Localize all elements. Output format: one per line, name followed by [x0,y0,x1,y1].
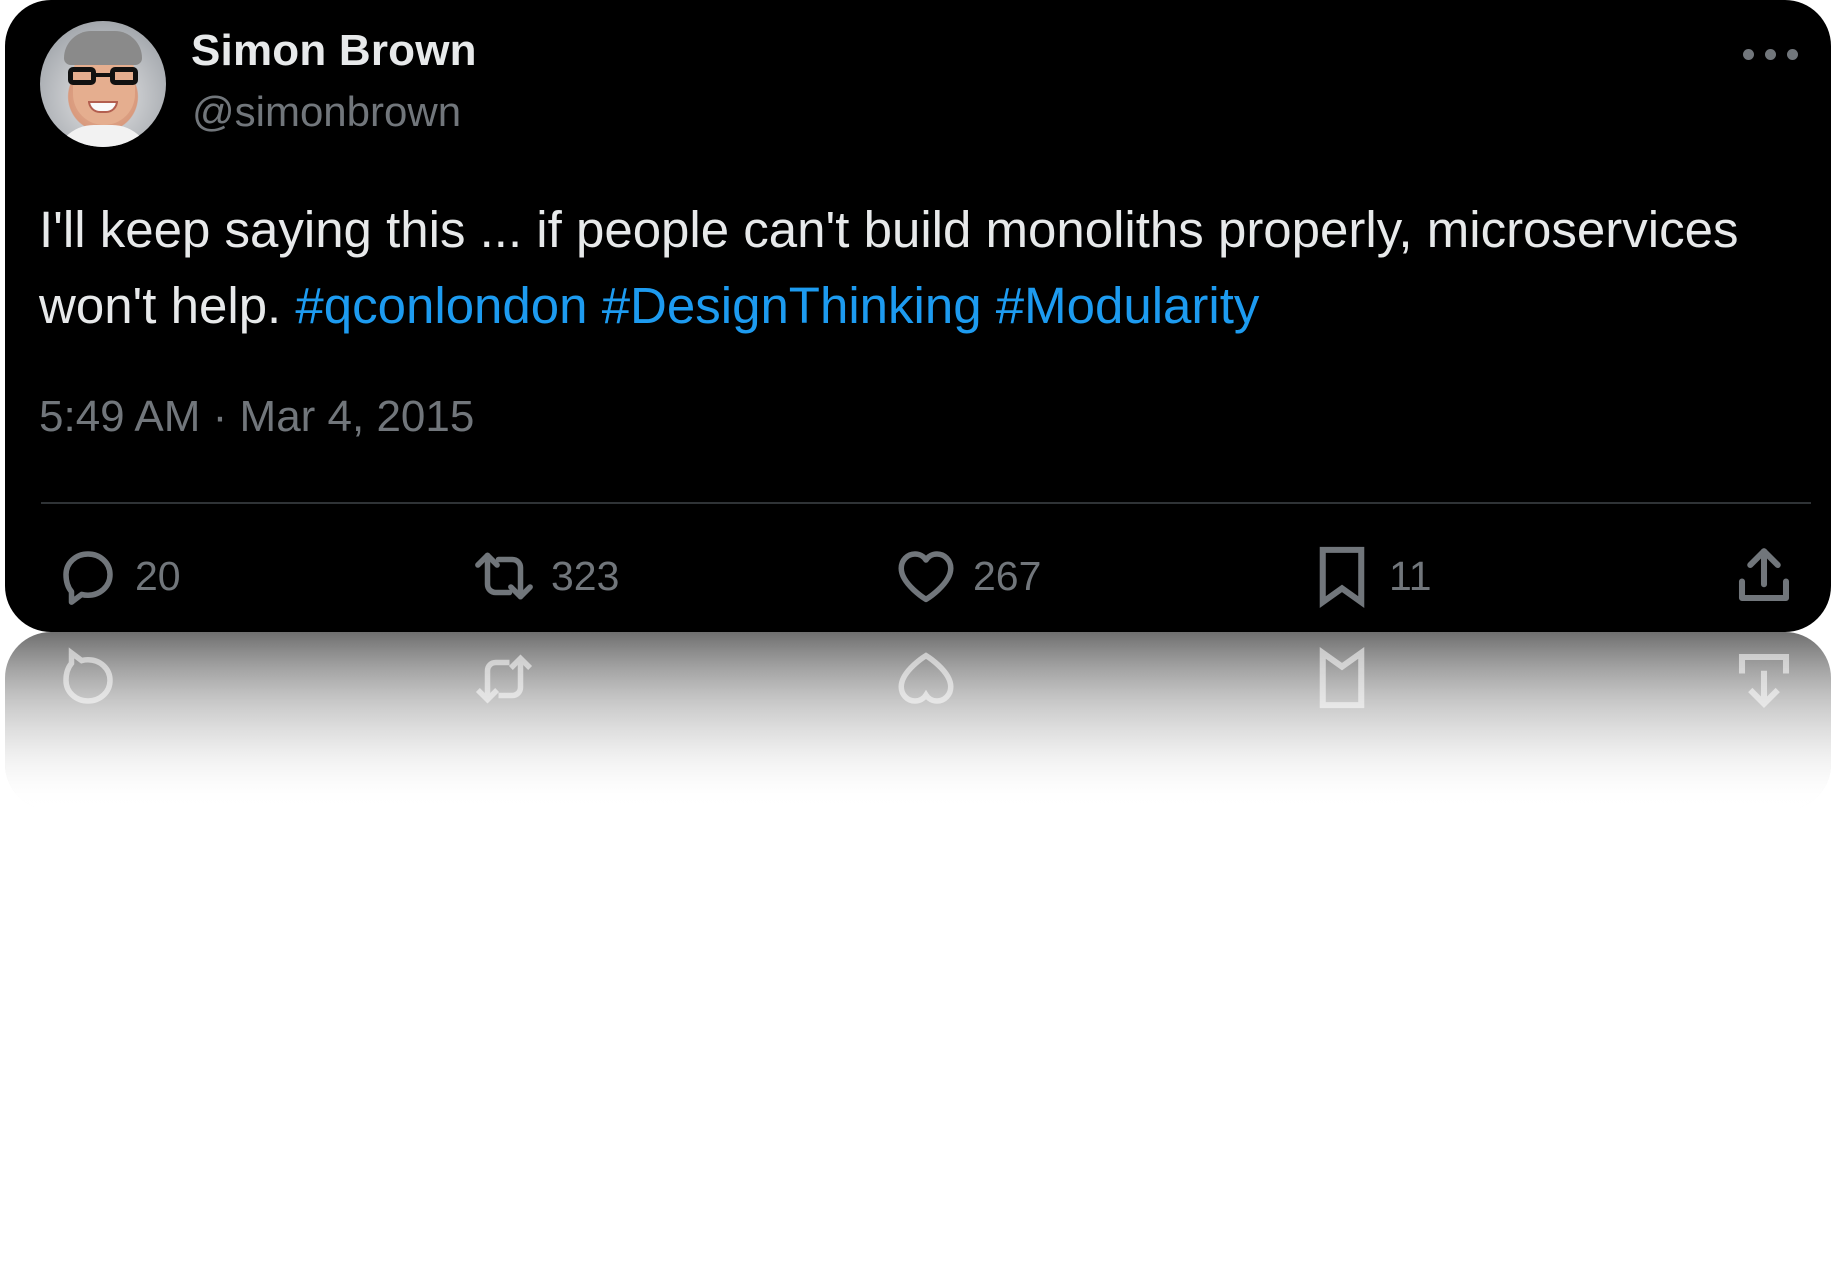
reply-button[interactable]: 20 [55,540,181,612]
retweet-count: 323 [551,552,620,599]
hashtag-designthinking[interactable]: #DesignThinking [602,277,982,334]
bookmark-count: 11 [1389,552,1432,599]
more-options-icon[interactable] [1743,36,1813,70]
retweet-icon [475,552,533,600]
share-icon [1738,548,1790,602]
author-handle[interactable]: @simonbrown [192,88,461,136]
bookmark-button[interactable]: 11 [1309,540,1432,612]
tweet-text: I'll keep saying this ... if people can'… [39,192,1789,344]
tweet-card: Simon Brown @simonbrown I'll keep saying… [5,0,1831,632]
author-name[interactable]: Simon Brown [191,26,477,76]
stage: Simon Brown @simonbrown I'll keep saying… [0,0,1834,1265]
reply-count: 20 [135,552,181,599]
avatar-hair [64,31,142,65]
like-button[interactable]: 267 [893,540,1041,612]
share-button[interactable] [1731,540,1797,612]
heart-icon [898,551,954,603]
action-bar: 20 323 267 11 [5,540,1831,620]
hashtag-modularity[interactable]: #Modularity [996,277,1260,334]
divider [41,502,1811,504]
avatar-glasses [68,67,140,89]
bookmark-icon [1319,546,1365,609]
avatar-shirt [54,125,152,147]
author-avatar[interactable] [40,21,166,147]
reply-icon [63,551,113,605]
tweet-timestamp[interactable]: 5:49 AM · Mar 4, 2015 [39,392,474,442]
like-count: 267 [973,552,1042,599]
card-reflection [5,632,1831,810]
retweet-button[interactable]: 323 [471,540,619,612]
hashtag-qconlondon[interactable]: #qconlondon [295,277,587,334]
